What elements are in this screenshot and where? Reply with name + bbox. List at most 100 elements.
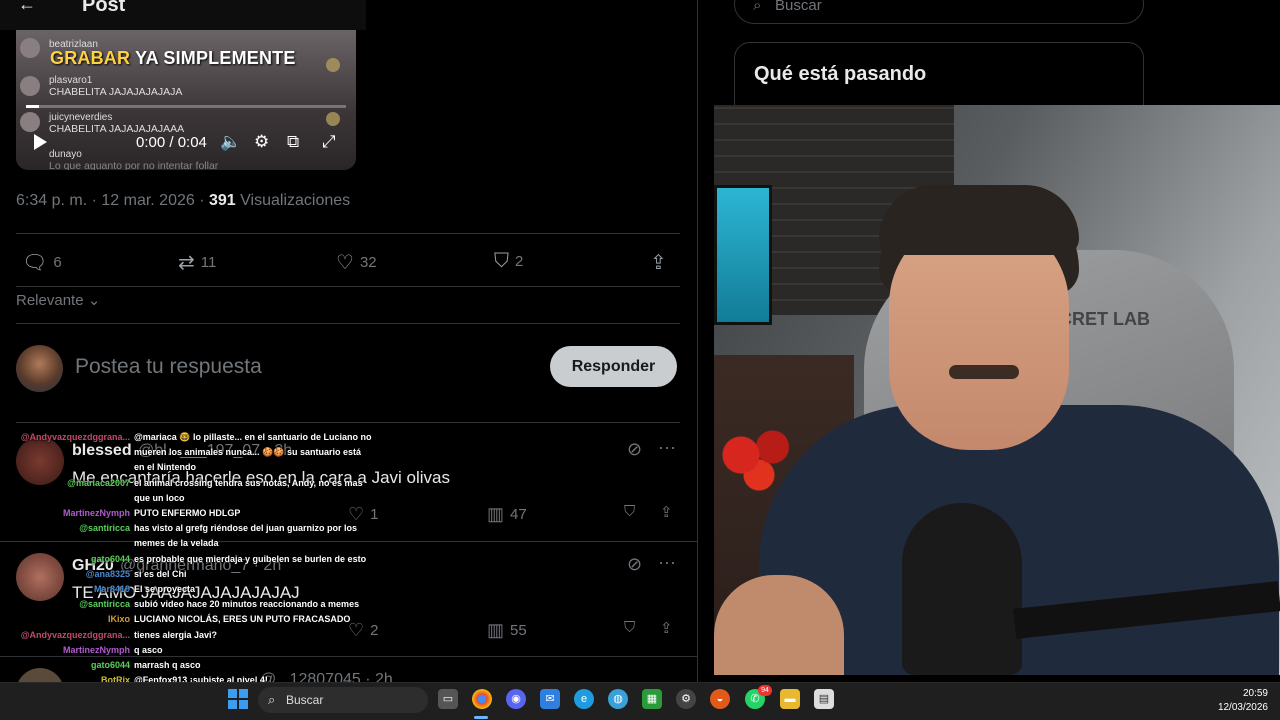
chat-username: gato6044 — [90, 660, 130, 670]
share-icon[interactable]: ⇪ — [660, 619, 673, 637]
chat-text: marrash q asco — [134, 660, 201, 670]
reply-input[interactable]: Postea tu respuesta — [75, 355, 262, 379]
video-time: 0:00 / 0:04 — [136, 134, 207, 151]
monitor — [714, 185, 772, 325]
discord-icon[interactable]: ◉ — [506, 689, 526, 709]
taskbar-search[interactable]: ⌕ Buscar — [258, 687, 428, 713]
divider — [16, 233, 680, 234]
mail-icon[interactable]: ✉ — [540, 689, 560, 709]
chat-username: @Andyvazquezdggrana... — [20, 629, 130, 640]
clock-date: 12/03/2026 — [1217, 702, 1268, 713]
chat-text: tienes alergia Javi? — [134, 629, 218, 640]
like-button[interactable]: ♡ 32 — [336, 250, 377, 275]
folder-icon[interactable]: ▬ — [780, 689, 800, 709]
chat-message: en el Nintendo — [4, 462, 196, 473]
more-icon[interactable]: ··· — [658, 437, 676, 458]
edge-icon[interactable]: e — [574, 689, 594, 709]
chat-text: mueren los animales nunca... 🍪🍪 su santu… — [134, 447, 361, 458]
grok-icon[interactable]: ⊘ — [627, 439, 642, 460]
taskbar: ⌕ Buscar ▭ ◉ ✉ e ◍ ▦ ⚙ ◒ ✆ 94 ▬ ▤ 20:59 … — [0, 682, 1280, 720]
post-timestamp: 6:34 p. m. · 12 mar. 2026 · — [16, 192, 205, 209]
divider — [16, 323, 680, 324]
streamer-arm — [714, 575, 844, 675]
chat-text: el animal crossing tendra sus notas, And… — [134, 477, 363, 488]
video-comment: plasvaro1 CHABELITA JAJAJAJAJAJA — [49, 75, 183, 98]
video-controls: 0:00 / 0:04 🔈 ⚙ ⧉ ⤢ — [16, 130, 356, 158]
taskbar-search-placeholder: Buscar — [286, 693, 324, 707]
like-count: 32 — [359, 254, 377, 271]
volume-icon[interactable]: 🔈 — [220, 132, 241, 152]
chat-text: has visto al grefg riéndose del juan gua… — [134, 523, 358, 534]
task-view-icon[interactable]: ▭ — [438, 689, 458, 709]
chat-message: mueren los animales nunca... 🍪🍪 su santu… — [4, 447, 361, 458]
windows-start-icon[interactable] — [228, 689, 248, 709]
screen: ← Post beatrizlaan GRABAR YA SIMPLEMENTE… — [0, 0, 1280, 720]
app-icon[interactable]: ◒ — [710, 689, 730, 709]
search-icon: ⌕ — [753, 0, 762, 14]
chat-message: @Andyvazquezdggrana... @mariaca 🤓 lo pill… — [4, 432, 372, 443]
video-caption: GRABAR YA SIMPLEMENTE — [50, 48, 296, 68]
pip-icon[interactable]: ⧉ — [287, 132, 299, 152]
video-progress-bar[interactable] — [26, 105, 346, 108]
chat-message: Mar8419 El se proyecta — [4, 584, 195, 595]
comment-icon: 🗨 — [22, 252, 48, 274]
chat-text: q asco — [134, 644, 163, 655]
chat-message: memes de la velada — [4, 538, 219, 549]
reply-submit-button[interactable]: Responder — [550, 346, 677, 387]
trending-title: Qué está pasando — [754, 63, 927, 85]
chevron-down-icon: ⌄ — [83, 292, 101, 309]
video-progress-fill — [26, 105, 39, 108]
chat-username: MartinezNymph — [62, 508, 130, 518]
microphone — [902, 503, 1022, 675]
reply-button[interactable]: 🗨 6 — [22, 250, 62, 275]
grok-icon[interactable]: ⊘ — [627, 554, 642, 575]
chat-message: MartinezNymph q asco — [4, 645, 163, 656]
chat-message: MartinezNymph PUTO ENFERMO HDLGP — [4, 508, 240, 519]
arrow-left-icon[interactable]: ← — [18, 0, 36, 15]
stream-chat: @Andyvazquezdggrana... @mariaca 🤓 lo pill… — [0, 432, 420, 720]
share-icon[interactable]: ⇪ — [660, 503, 673, 521]
views-button[interactable]: ▥ 47 — [487, 504, 527, 525]
bookmark-icon[interactable]: ⛉ — [624, 619, 635, 636]
chat-text: subió video hace 20 minutos reaccionando… — [134, 599, 360, 610]
spreadsheet-icon[interactable]: ▦ — [642, 689, 662, 709]
analytics-icon: ▥ — [487, 620, 505, 640]
chat-text: memes de la velada — [134, 538, 219, 549]
chat-text: PUTO ENFERMO HDLGP — [134, 508, 241, 518]
views-button[interactable]: ▥ 55 — [487, 620, 527, 641]
chat-message: gato6044 marrash q asco — [4, 660, 201, 671]
chat-username: gato6044 — [90, 553, 130, 564]
video-player[interactable]: beatrizlaan GRABAR YA SIMPLEMENTE plasva… — [16, 30, 356, 170]
chat-text: LUCIANO NICOLÁS, ERES UN PUTO FRACASADO — [134, 614, 351, 625]
repost-button[interactable]: ⇄ 11 — [178, 250, 216, 275]
chat-username: Mar8419 — [93, 584, 130, 594]
notification-badge: 94 — [758, 685, 772, 696]
sort-dropdown[interactable]: Relevante ⌄ — [16, 291, 100, 309]
view-count: 391 — [209, 192, 236, 209]
reply-count: 6 — [53, 254, 62, 271]
chrome-icon[interactable] — [472, 689, 492, 709]
reply-composer: Postea tu respuesta Responder — [16, 340, 680, 400]
chat-text: si es del Chi — [134, 568, 187, 579]
repost-count: 11 — [200, 254, 217, 271]
settings-gear-icon[interactable]: ⚙ — [254, 132, 269, 152]
more-icon[interactable]: ··· — [658, 552, 676, 573]
repost-icon: ⇄ — [178, 252, 195, 274]
search-icon: ⌕ — [268, 692, 276, 707]
search-bar[interactable]: ⌕ Buscar — [734, 0, 1144, 24]
streamer-mustache — [949, 365, 1019, 379]
search-input[interactable]: Buscar — [775, 0, 822, 14]
share-button[interactable]: ⇪ — [650, 250, 667, 275]
share-icon: ⇪ — [650, 252, 667, 274]
chat-message: que un loco — [4, 493, 185, 504]
bookmark-icon[interactable]: ⛉ — [624, 503, 635, 520]
fullscreen-icon[interactable]: ⤢ — [322, 132, 336, 152]
analytics-icon: ▥ — [487, 504, 505, 524]
settings-gear-icon[interactable]: ⚙ — [676, 689, 696, 709]
system-clock[interactable]: 20:59 12/03/2026 — [1200, 687, 1268, 715]
globe-icon[interactable]: ◍ — [608, 689, 628, 709]
sort-label: Relevante — [16, 292, 84, 309]
bookmark-button[interactable]: ⛉ 2 — [494, 250, 523, 273]
notepad-icon[interactable]: ▤ — [814, 689, 834, 709]
play-icon[interactable] — [34, 134, 47, 150]
